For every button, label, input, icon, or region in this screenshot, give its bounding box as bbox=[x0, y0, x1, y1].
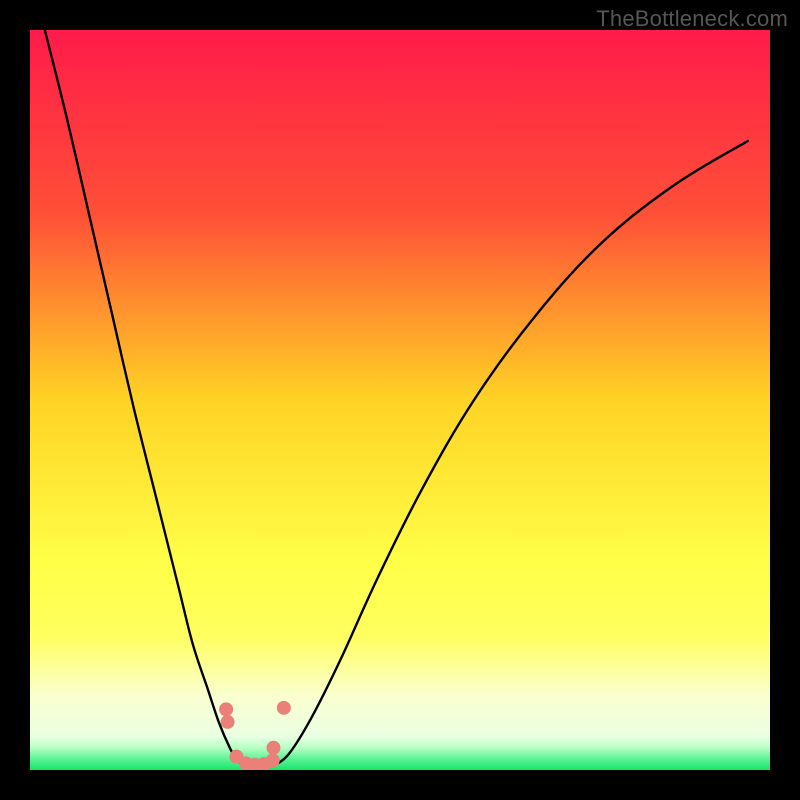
marker-point bbox=[277, 701, 291, 715]
marker-point bbox=[221, 715, 235, 729]
chart-svg bbox=[30, 30, 770, 770]
gradient-bg bbox=[30, 30, 770, 770]
marker-point bbox=[219, 702, 233, 716]
chart-frame: TheBottleneck.com bbox=[0, 0, 800, 800]
marker-point bbox=[266, 741, 280, 755]
watermark-text: TheBottleneck.com bbox=[596, 6, 788, 32]
plot-area bbox=[30, 30, 770, 770]
marker-point bbox=[266, 753, 280, 767]
